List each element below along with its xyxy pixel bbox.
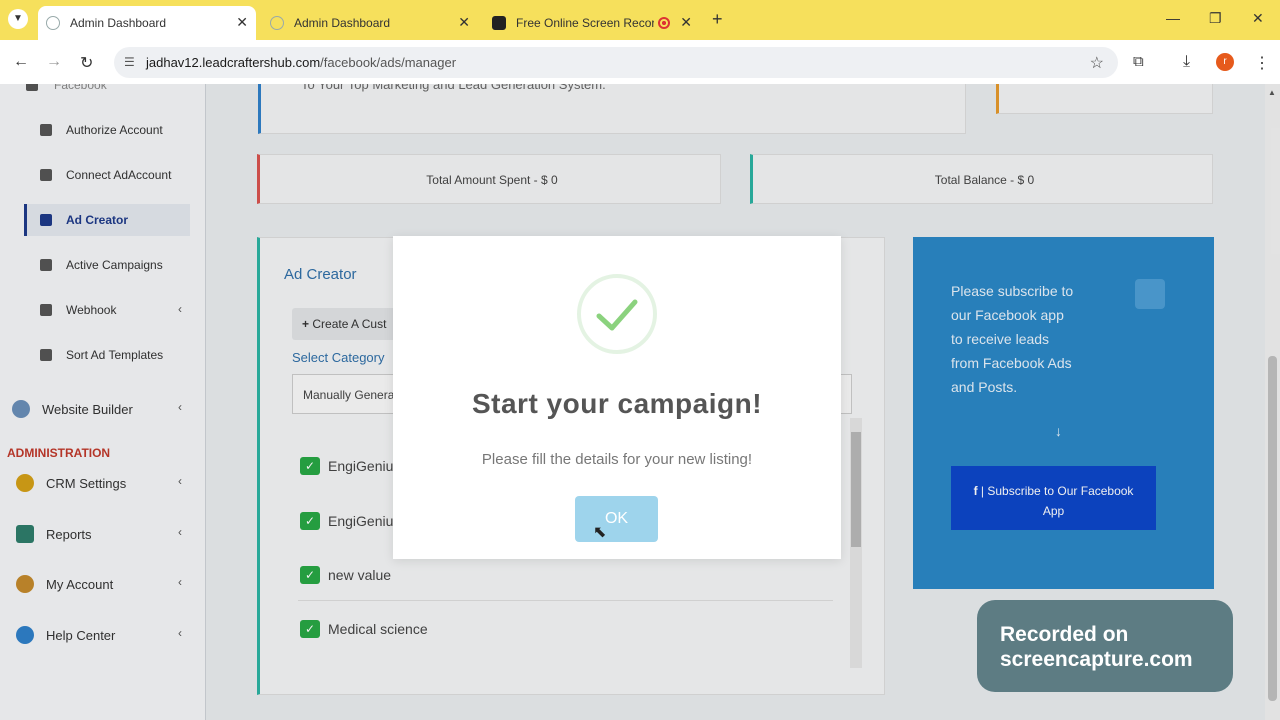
recorder-favicon-icon — [492, 16, 506, 30]
browser-titlebar: ▼ Admin Dashboard ✕ Admin Dashboard ✕ Fr… — [0, 0, 1280, 40]
tab-title: Admin Dashboard — [294, 16, 391, 30]
browser-menu-icon[interactable]: ⋮ — [1254, 53, 1270, 73]
extensions-icon[interactable]: ⧉ — [1133, 53, 1144, 70]
tab-admin-dashboard-1[interactable]: Admin Dashboard ✕ — [38, 6, 256, 40]
reload-icon[interactable]: ↻ — [80, 53, 93, 73]
tab-title: Free Online Screen Recorde — [516, 16, 654, 30]
ok-button[interactable]: OK — [575, 496, 658, 542]
url-path: /facebook/ads/manager — [320, 55, 457, 70]
bookmark-star-icon[interactable]: ☆ — [1090, 53, 1104, 73]
success-check-icon — [577, 274, 657, 354]
tab-list-icon[interactable]: ▼ — [8, 9, 28, 29]
modal-message: Please fill the details for your new lis… — [481, 451, 753, 468]
forward-icon[interactable]: → — [46, 53, 62, 71]
url-bar[interactable]: ☰ jadhav12.leadcraftershub.com/facebook/… — [114, 47, 1118, 78]
new-tab-button[interactable]: + — [712, 9, 723, 30]
success-modal: Start your campaign! Please fill the det… — [393, 236, 841, 559]
recording-watermark: Recorded on screencapture.com — [977, 600, 1233, 692]
restore-button[interactable]: ❐ — [1209, 10, 1222, 27]
mouse-cursor-icon: ⬉ — [593, 524, 607, 541]
watermark-line1: Recorded on — [1000, 623, 1129, 646]
watermark-line2: screencapture.com — [1000, 648, 1193, 671]
back-icon[interactable]: ← — [13, 53, 29, 71]
recording-indicator-icon — [658, 17, 670, 29]
close-window-button[interactable]: ✕ — [1252, 10, 1264, 27]
url-domain: jadhav12.leadcraftershub.com — [146, 55, 321, 70]
tab-title: Admin Dashboard — [70, 16, 167, 30]
site-favicon-icon — [270, 16, 284, 30]
close-tab-icon[interactable]: ✕ — [680, 14, 692, 31]
modal-title: Start your campaign! — [471, 388, 763, 419]
close-tab-icon[interactable]: ✕ — [458, 14, 470, 31]
download-icon[interactable]: ⤓ — [1183, 53, 1190, 71]
site-favicon-icon — [46, 16, 60, 30]
site-info-icon[interactable]: ☰ — [124, 55, 135, 69]
close-tab-icon[interactable]: ✕ — [236, 14, 248, 31]
minimize-button[interactable]: — — [1166, 10, 1180, 26]
profile-avatar[interactable]: r — [1216, 53, 1234, 71]
tab-screen-recorder[interactable]: Free Online Screen Recorde ✕ — [484, 6, 700, 40]
tab-admin-dashboard-2[interactable]: Admin Dashboard ✕ — [262, 6, 478, 40]
